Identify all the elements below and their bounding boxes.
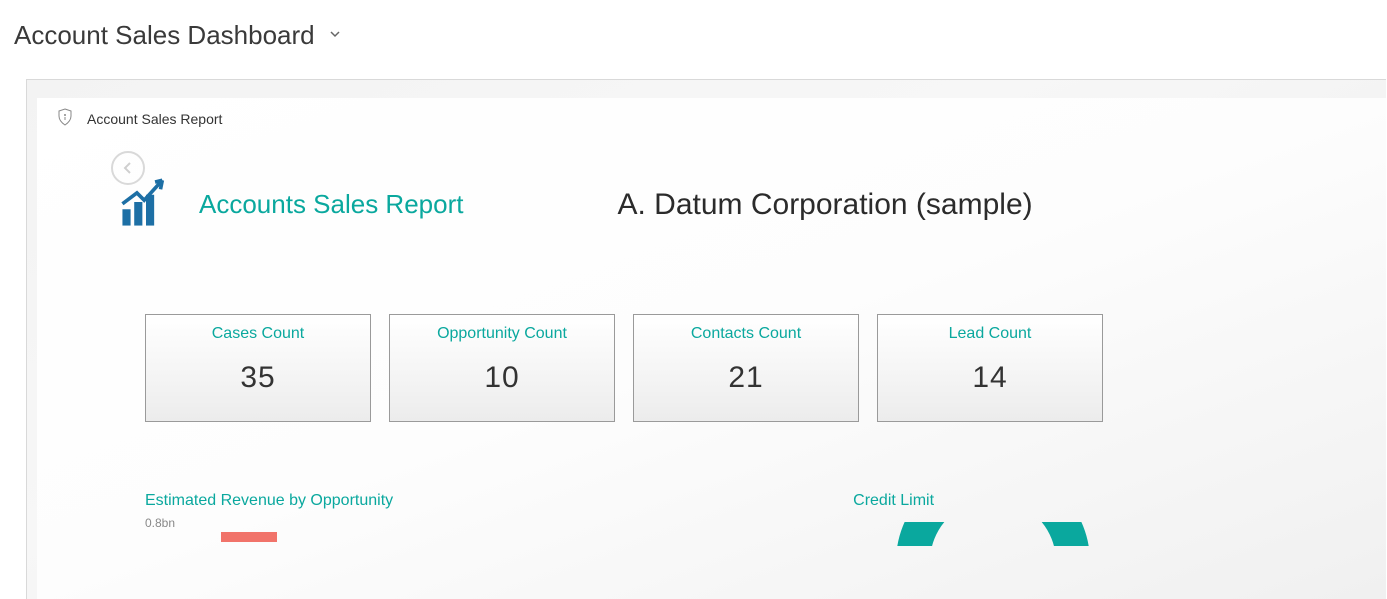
report-area: Account Sales Report Accounts Sales Repo… xyxy=(37,98,1386,599)
card-contacts-count[interactable]: Contacts Count 21 xyxy=(633,314,859,422)
chart-estimated-revenue[interactable]: Estimated Revenue by Opportunity 0.8bn xyxy=(145,492,393,546)
card-opportunity-count[interactable]: Opportunity Count 10 xyxy=(389,314,615,422)
card-cases-count[interactable]: Cases Count 35 xyxy=(145,314,371,422)
chart-title: Credit Limit xyxy=(853,492,1093,510)
bar-chart-preview xyxy=(221,532,393,542)
card-value: 14 xyxy=(972,361,1007,395)
charts-row: Estimated Revenue by Opportunity 0.8bn C… xyxy=(145,492,1366,546)
card-value: 35 xyxy=(240,361,275,395)
report-title: Accounts Sales Report xyxy=(199,189,463,220)
breadcrumb: Account Sales Report xyxy=(57,108,1366,135)
card-lead-count[interactable]: Lead Count 14 xyxy=(877,314,1103,422)
chart-credit-limit[interactable]: Credit Limit xyxy=(853,492,1093,546)
donut-chart-preview xyxy=(893,522,1093,546)
back-button[interactable] xyxy=(111,151,145,185)
kpi-cards: Cases Count 35 Opportunity Count 10 Cont… xyxy=(145,314,1366,422)
axis-tick: 0.8bn xyxy=(145,516,393,530)
card-label: Lead Count xyxy=(949,325,1032,343)
bar-segment xyxy=(221,532,277,542)
report-hero: Accounts Sales Report A. Datum Corporati… xyxy=(117,173,1366,236)
chevron-down-icon[interactable] xyxy=(329,27,341,45)
shield-icon xyxy=(57,108,73,129)
card-value: 10 xyxy=(484,361,519,395)
breadcrumb-label: Account Sales Report xyxy=(87,111,222,127)
chart-title: Estimated Revenue by Opportunity xyxy=(145,492,393,510)
page-header: Account Sales Dashboard xyxy=(0,0,1387,61)
account-name: A. Datum Corporation (sample) xyxy=(617,188,1032,222)
page-title: Account Sales Dashboard xyxy=(14,20,315,51)
dashboard-canvas: Account Sales Report Accounts Sales Repo… xyxy=(26,79,1386,599)
card-label: Contacts Count xyxy=(691,325,801,343)
card-label: Cases Count xyxy=(212,325,305,343)
card-value: 21 xyxy=(728,361,763,395)
card-label: Opportunity Count xyxy=(437,325,567,343)
